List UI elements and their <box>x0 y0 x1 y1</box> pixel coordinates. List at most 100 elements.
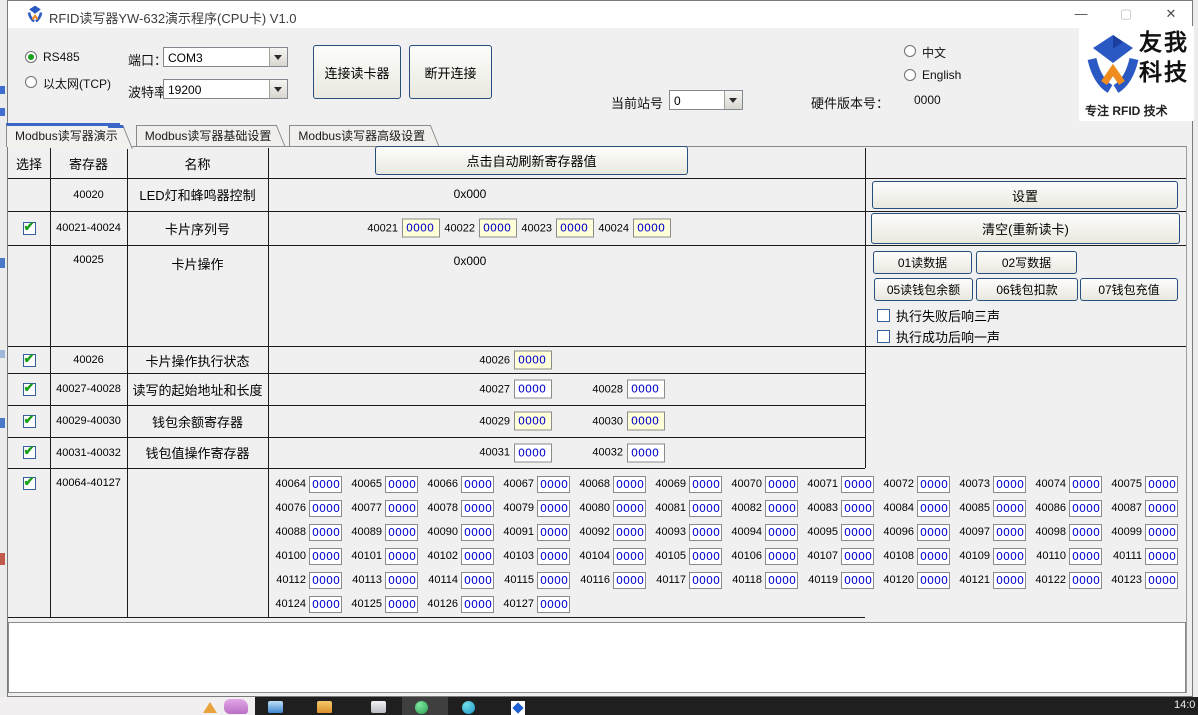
register-value-input[interactable] <box>993 524 1026 541</box>
register-value-input[interactable] <box>537 596 570 613</box>
register-value-input[interactable] <box>1069 500 1102 517</box>
connect-button[interactable]: 连接读卡器 <box>313 45 401 99</box>
register-value-input[interactable] <box>309 500 342 517</box>
register-value-input[interactable] <box>993 476 1026 493</box>
register-value-input[interactable] <box>385 524 418 541</box>
row-checkbox-checked[interactable]: ✔ <box>23 446 36 459</box>
register-value-input[interactable] <box>627 380 665 399</box>
register-value-input[interactable] <box>1069 476 1102 493</box>
register-value-input[interactable] <box>461 524 494 541</box>
wallet-debit-button[interactable]: 06钱包扣款 <box>976 278 1078 301</box>
register-value-input[interactable] <box>461 596 494 613</box>
register-value-input[interactable] <box>1069 572 1102 589</box>
teal-app-icon[interactable] <box>462 701 475 714</box>
dropdown-arrow-icon[interactable] <box>269 48 287 66</box>
register-value-input[interactable] <box>385 596 418 613</box>
register-value-input[interactable] <box>461 476 494 493</box>
beep-on-fail-checkbox[interactable] <box>877 309 890 322</box>
register-value-input[interactable] <box>385 500 418 517</box>
disconnect-button[interactable]: 断开连接 <box>409 45 492 99</box>
row-checkbox-checked[interactable]: ✔ <box>23 383 36 396</box>
register-value-input[interactable] <box>917 500 950 517</box>
register-value-input[interactable] <box>309 524 342 541</box>
read-wallet-balance-button[interactable]: 05读钱包余额 <box>874 278 973 301</box>
register-value-input[interactable] <box>537 572 570 589</box>
register-value-input[interactable] <box>841 572 874 589</box>
register-value-input[interactable] <box>917 572 950 589</box>
wallet-recharge-button[interactable]: 07钱包充值 <box>1080 278 1178 301</box>
register-value-input[interactable] <box>537 524 570 541</box>
row-checkbox-checked[interactable]: ✔ <box>23 354 36 367</box>
taskbar-clock[interactable]: 14:0 <box>1174 699 1195 711</box>
tab-modbus-advanced-settings[interactable]: Modbus读写器高级设置 <box>289 125 427 146</box>
register-value-input[interactable] <box>461 548 494 565</box>
minimize-icon[interactable]: — <box>1064 1 1098 28</box>
register-value-input[interactable] <box>385 572 418 589</box>
blue-app-icon[interactable] <box>511 701 525 715</box>
tab-modbus-basic-settings[interactable]: Modbus读写器基础设置 <box>136 125 274 146</box>
register-value-input[interactable] <box>309 548 342 565</box>
register-value-input[interactable] <box>613 548 646 565</box>
register-value-input[interactable] <box>514 351 552 370</box>
register-value-input[interactable] <box>689 572 722 589</box>
register-value-input[interactable] <box>514 443 552 462</box>
dropdown-arrow-icon[interactable] <box>724 91 742 109</box>
register-value-input[interactable] <box>514 412 552 431</box>
register-value-input[interactable] <box>479 219 517 238</box>
register-value-input[interactable] <box>1145 572 1178 589</box>
register-value-input[interactable] <box>765 524 798 541</box>
dropdown-arrow-icon[interactable] <box>269 80 287 98</box>
register-value-input[interactable] <box>1145 548 1178 565</box>
rs485-radio[interactable] <box>25 51 37 63</box>
register-value-input[interactable] <box>613 476 646 493</box>
register-value-input[interactable] <box>309 596 342 613</box>
register-value-input[interactable] <box>1069 548 1102 565</box>
register-value-input[interactable] <box>765 548 798 565</box>
desktop-icon[interactable] <box>203 702 217 713</box>
green-app-icon[interactable] <box>415 701 428 714</box>
row-checkbox-checked[interactable]: ✔ <box>23 222 36 235</box>
set-button[interactable]: 设置 <box>872 181 1178 209</box>
maximize-icon[interactable]: ▢ <box>1109 1 1143 28</box>
register-value-input[interactable] <box>461 500 494 517</box>
beep-on-success-checkbox[interactable] <box>877 330 890 343</box>
port-select[interactable]: COM3 <box>163 47 288 67</box>
read-data-button[interactable]: 01读数据 <box>873 251 972 274</box>
register-value-input[interactable] <box>537 476 570 493</box>
register-value-input[interactable] <box>765 500 798 517</box>
auto-refresh-button[interactable]: 点击自动刷新寄存器值 <box>375 146 688 175</box>
lang-zh-radio[interactable] <box>904 45 916 57</box>
register-value-input[interactable] <box>613 500 646 517</box>
register-value-input[interactable] <box>765 476 798 493</box>
register-value-input[interactable] <box>514 380 552 399</box>
beep-on-success-option[interactable]: 执行成功后响一声 <box>877 327 1000 346</box>
register-value-input[interactable] <box>613 572 646 589</box>
register-value-input[interactable] <box>613 524 646 541</box>
register-value-input[interactable] <box>402 219 440 238</box>
register-value-input[interactable] <box>633 219 671 238</box>
register-value-input[interactable] <box>1145 476 1178 493</box>
register-value-input[interactable] <box>765 572 798 589</box>
row-checkbox-checked[interactable]: ✔ <box>23 415 36 428</box>
register-value-input[interactable] <box>461 572 494 589</box>
station-select[interactable]: 0 <box>669 90 743 110</box>
register-value-input[interactable] <box>537 548 570 565</box>
register-value-input[interactable] <box>917 524 950 541</box>
register-value-input[interactable] <box>841 524 874 541</box>
row-checkbox-checked[interactable]: ✔ <box>23 477 36 490</box>
register-value-input[interactable] <box>993 572 1026 589</box>
register-value-input[interactable] <box>385 548 418 565</box>
register-value-input[interactable] <box>309 476 342 493</box>
clear-reread-button[interactable]: 清空(重新读卡) <box>871 213 1180 244</box>
register-value-input[interactable] <box>1145 524 1178 541</box>
beep-on-fail-option[interactable]: 执行失败后响三声 <box>877 306 1000 325</box>
register-value-input[interactable] <box>993 548 1026 565</box>
folder-icon[interactable] <box>317 701 332 713</box>
tcp-radio[interactable] <box>25 76 37 88</box>
register-value-input[interactable] <box>556 219 594 238</box>
register-value-input[interactable] <box>689 500 722 517</box>
write-data-button[interactable]: 02写数据 <box>976 251 1077 274</box>
register-value-input[interactable] <box>385 476 418 493</box>
register-value-input[interactable] <box>309 572 342 589</box>
register-value-input[interactable] <box>917 548 950 565</box>
